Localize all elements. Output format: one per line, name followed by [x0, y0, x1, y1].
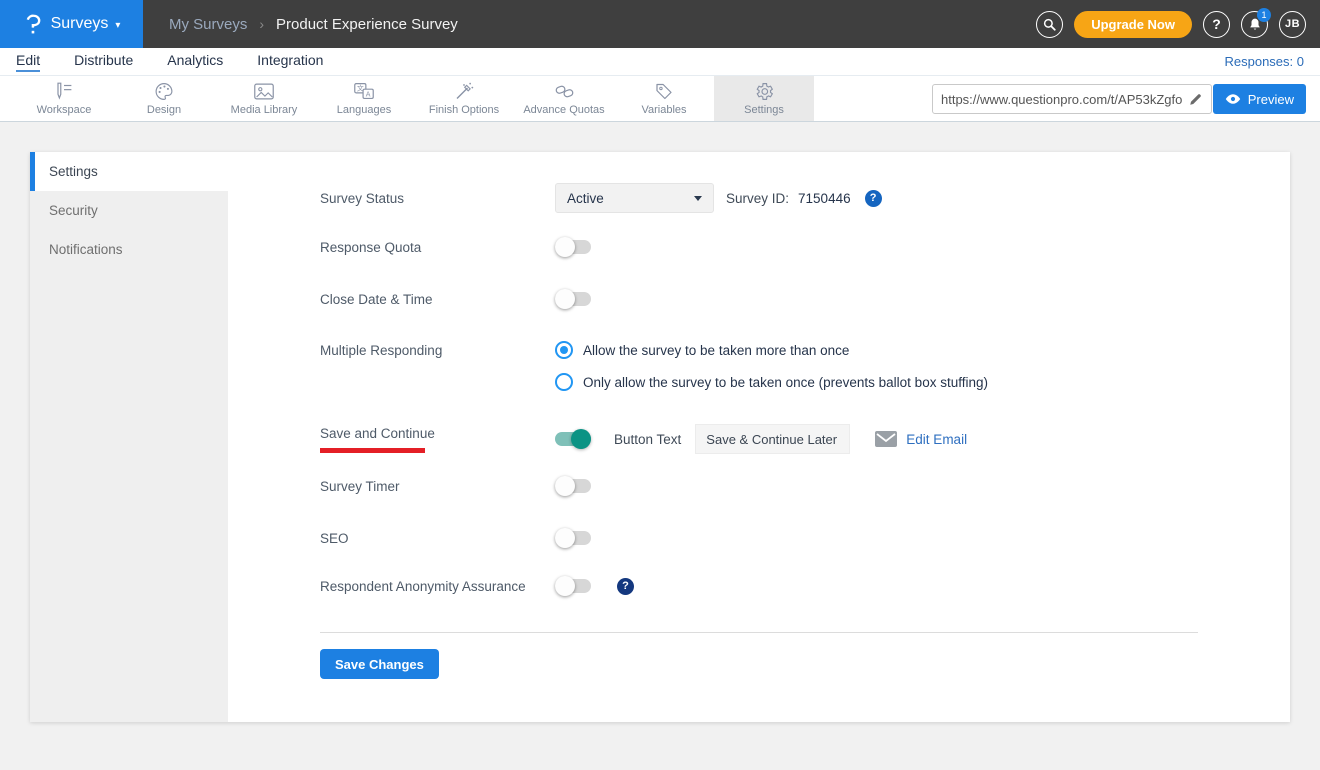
response-quota-label: Response Quota	[320, 240, 555, 255]
survey-timer-toggle[interactable]	[555, 476, 591, 496]
survey-url-box	[932, 84, 1212, 114]
response-quota-toggle[interactable]	[555, 237, 591, 257]
finish-options-icon	[453, 81, 475, 102]
multiple-responding-label: Multiple Responding	[320, 341, 555, 358]
survey-status-dropdown[interactable]: Active	[555, 183, 714, 213]
toolbar-item-advance-quotas[interactable]: Advance Quotas	[514, 76, 614, 121]
advance-quotas-icon	[553, 81, 576, 102]
media-library-icon	[252, 81, 276, 102]
breadcrumb: My Surveys › Product Experience Survey	[169, 16, 458, 33]
survey-url-input[interactable]	[941, 92, 1188, 107]
save-and-continue-row: Save and Continue Button Text Edit Email	[320, 424, 1270, 454]
help-button[interactable]: ?	[1203, 11, 1230, 38]
survey-nav-tabs: Edit Distribute Analytics Integration Re…	[0, 48, 1320, 76]
multiple-responding-options: Allow the survey to be taken more than o…	[555, 341, 988, 391]
response-quota-row: Response Quota	[320, 237, 1270, 257]
respondent-anonymity-help-icon[interactable]: ?	[617, 578, 634, 595]
respondent-anonymity-toggle[interactable]	[555, 576, 591, 596]
preview-button[interactable]: Preview	[1213, 84, 1306, 114]
surveys-app-menu[interactable]: Surveys ▾	[0, 0, 143, 48]
toolbar-item-variables[interactable]: Variables	[614, 76, 714, 121]
edit-url-pencil-icon[interactable]	[1188, 92, 1203, 107]
search-button[interactable]	[1036, 11, 1063, 38]
survey-id-help-icon[interactable]: ?	[865, 190, 882, 207]
settings-sidebar: Settings Security Notifications	[30, 152, 228, 722]
user-avatar[interactable]: JB	[1279, 11, 1306, 38]
toolbar-item-languages[interactable]: 文A Languages	[314, 76, 414, 121]
questionpro-logo-icon	[23, 13, 44, 36]
eye-icon	[1225, 93, 1241, 105]
seo-row: SEO	[320, 528, 1270, 548]
seo-toggle[interactable]	[555, 528, 591, 548]
respondent-anonymity-row: Respondent Anonymity Assurance ?	[320, 576, 1270, 596]
breadcrumb-current-survey: Product Experience Survey	[276, 16, 458, 33]
page-body: Settings Security Notifications Survey S…	[0, 122, 1320, 752]
search-icon	[1042, 17, 1057, 32]
variables-icon	[653, 81, 675, 102]
close-date-label: Close Date & Time	[320, 292, 555, 307]
sidebar-item-settings[interactable]: Settings	[30, 152, 228, 191]
languages-icon: 文A	[352, 81, 376, 102]
topbar-actions: Upgrade Now ? 1 JB	[1036, 0, 1306, 48]
design-icon	[153, 81, 175, 102]
survey-timer-row: Survey Timer	[320, 476, 1270, 496]
toolbar-item-workspace[interactable]: Workspace	[14, 76, 114, 121]
seo-label: SEO	[320, 531, 555, 546]
responses-count: Responses: 0	[1225, 54, 1305, 69]
question-mark-icon: ?	[1212, 16, 1221, 32]
save-and-continue-toggle[interactable]	[555, 429, 591, 449]
respondent-anonymity-label: Respondent Anonymity Assurance	[320, 579, 555, 594]
radio-button-icon[interactable]	[555, 373, 573, 391]
survey-id-value: 7150446	[798, 191, 851, 206]
sidebar-item-notifications[interactable]: Notifications	[30, 230, 228, 269]
notification-count-badge: 1	[1257, 8, 1271, 22]
survey-timer-label: Survey Timer	[320, 479, 555, 494]
notifications-button[interactable]: 1	[1241, 11, 1268, 38]
radio-only-once[interactable]: Only allow the survey to be taken once (…	[555, 373, 988, 391]
edit-toolbar: Workspace Design Media Library 文A Langua…	[0, 76, 1320, 122]
multiple-responding-row: Multiple Responding Allow the survey to …	[320, 341, 1270, 391]
tab-analytics[interactable]: Analytics	[167, 52, 223, 72]
app-menu-label: Surveys	[51, 15, 109, 33]
form-divider	[320, 632, 1198, 633]
breadcrumb-my-surveys[interactable]: My Surveys	[169, 16, 247, 33]
avatar-initials: JB	[1285, 18, 1300, 30]
close-date-row: Close Date & Time	[320, 289, 1270, 309]
button-text-label: Button Text	[614, 432, 681, 447]
workspace-icon	[52, 81, 76, 102]
red-highlight-underline	[320, 448, 425, 453]
button-text-input[interactable]	[695, 424, 850, 454]
toolbar-item-finish-options[interactable]: Finish Options	[414, 76, 514, 121]
toolbar-item-media-library[interactable]: Media Library	[214, 76, 314, 121]
chevron-down-icon: ▾	[115, 20, 120, 31]
chevron-down-icon	[694, 196, 702, 201]
radio-button-icon[interactable]	[555, 341, 573, 359]
save-and-continue-label-block: Save and Continue	[320, 426, 555, 453]
radio-allow-multiple[interactable]: Allow the survey to be taken more than o…	[555, 341, 988, 359]
survey-id-label: Survey ID:	[726, 191, 789, 206]
tab-integration[interactable]: Integration	[257, 52, 323, 72]
top-header: Surveys ▾ My Surveys › Product Experienc…	[0, 0, 1320, 48]
save-changes-button[interactable]: Save Changes	[320, 649, 439, 679]
sidebar-item-security[interactable]: Security	[30, 191, 228, 230]
breadcrumb-separator: ›	[259, 16, 264, 32]
settings-icon	[753, 81, 775, 102]
save-and-continue-label: Save and Continue	[320, 426, 555, 441]
edit-email-link[interactable]: Edit Email	[906, 432, 967, 447]
close-date-toggle[interactable]	[555, 289, 591, 309]
settings-card: Settings Security Notifications Survey S…	[30, 152, 1290, 722]
survey-status-row: Survey Status Active Survey ID: 7150446 …	[320, 183, 1270, 213]
survey-status-value: Active	[567, 191, 604, 206]
tab-edit[interactable]: Edit	[16, 52, 40, 72]
settings-form: Survey Status Active Survey ID: 7150446 …	[228, 152, 1290, 722]
survey-status-label: Survey Status	[320, 191, 555, 206]
envelope-icon[interactable]	[875, 431, 897, 447]
upgrade-now-button[interactable]: Upgrade Now	[1074, 11, 1192, 38]
toolbar-item-settings[interactable]: Settings	[714, 76, 814, 121]
tab-distribute[interactable]: Distribute	[74, 52, 133, 72]
svg-text:A: A	[366, 90, 371, 98]
toolbar-item-design[interactable]: Design	[114, 76, 214, 121]
